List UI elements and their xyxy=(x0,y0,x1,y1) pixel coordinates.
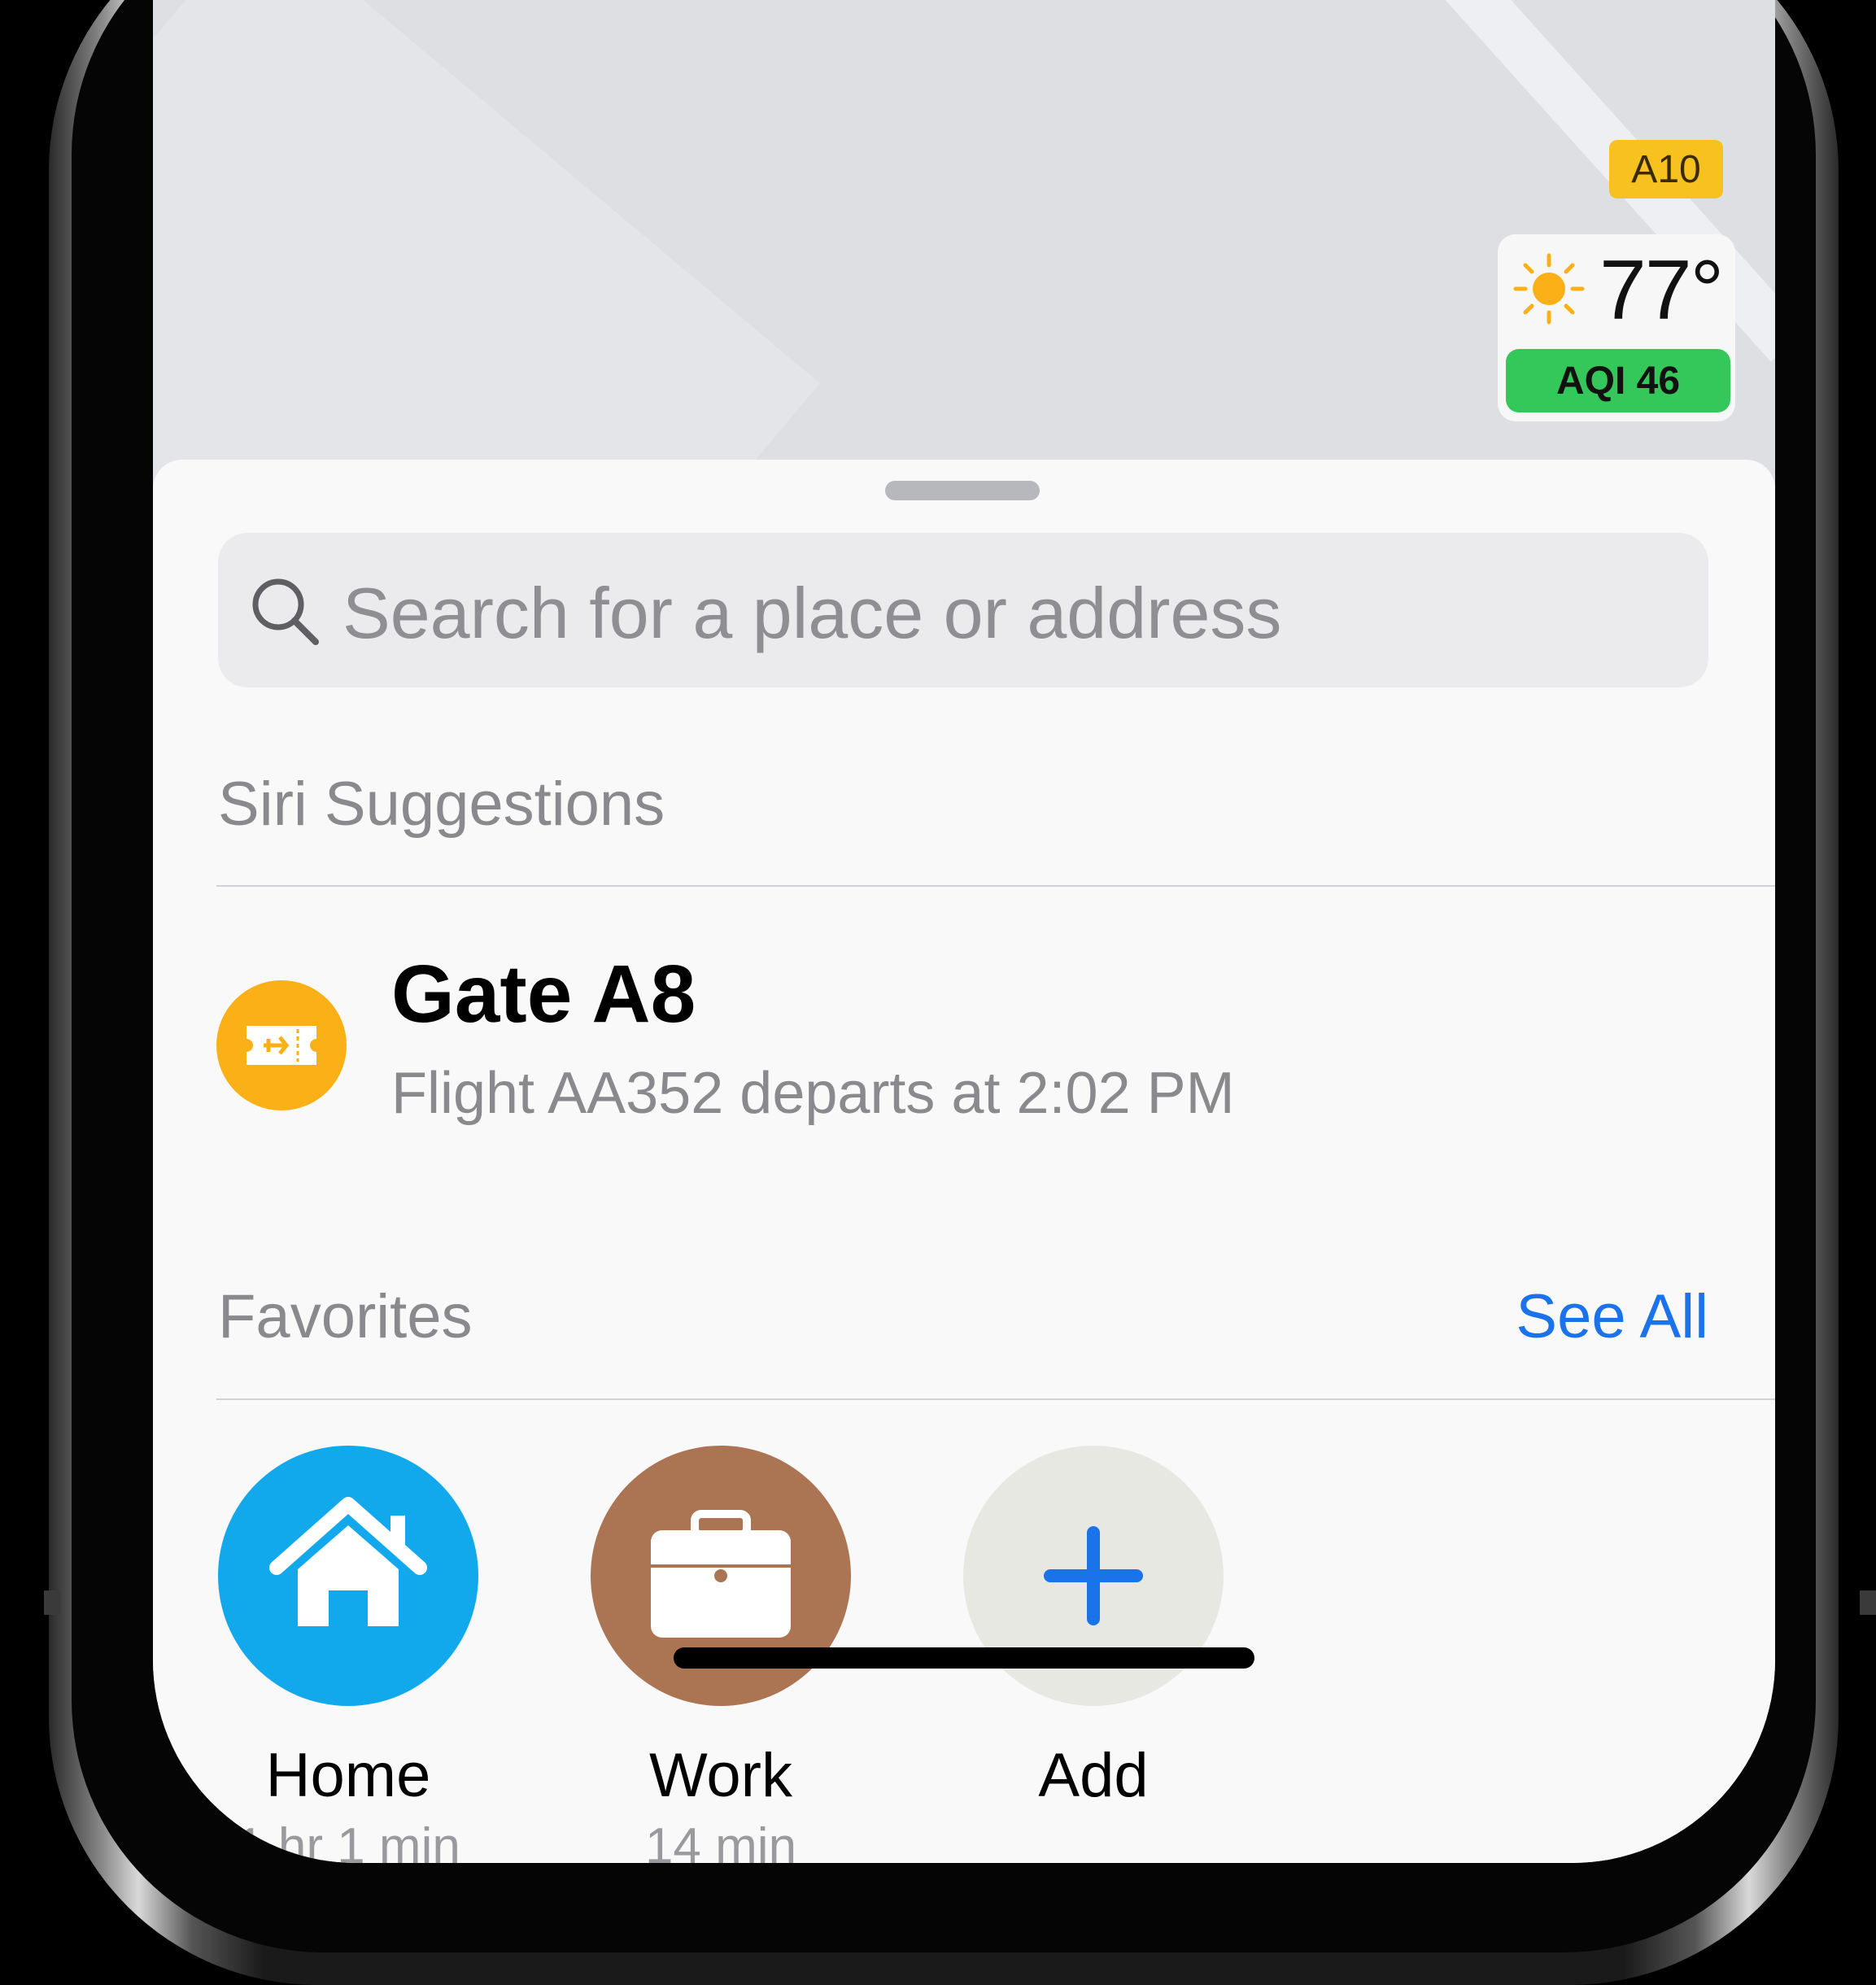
sun-icon xyxy=(1513,253,1585,325)
search-field[interactable]: Search for a place or address xyxy=(218,533,1708,687)
suggestion-title[interactable]: Gate A8 xyxy=(391,948,696,1041)
favorite-home[interactable]: Home 1 hr 1 min xyxy=(218,1446,478,1863)
temperature: 77° xyxy=(1599,243,1724,338)
aqi-badge: AQI 46 xyxy=(1506,349,1730,412)
search-icon xyxy=(252,578,319,645)
suggestion-subtitle: Flight AA352 departs at 2:02 PM xyxy=(391,1061,1235,1126)
divider xyxy=(216,1398,1775,1400)
sheet-grabber[interactable] xyxy=(885,481,1040,500)
favorite-label: Work xyxy=(649,1741,792,1810)
side-button-left xyxy=(44,1590,60,1615)
see-all-link[interactable]: See All xyxy=(1516,1281,1708,1352)
weather-widget[interactable]: 77° AQI 46 xyxy=(1498,234,1735,421)
favorites-heading: Favorites xyxy=(218,1282,473,1351)
favorite-label: Add xyxy=(1038,1741,1149,1810)
favorite-add[interactable]: Add xyxy=(963,1446,1224,1811)
side-button-right xyxy=(1860,1590,1876,1615)
screen: A10 77° AQI 46 Search for a place or add… xyxy=(153,0,1775,1863)
siri-suggestions-heading: Siri Suggestions xyxy=(218,770,665,839)
boarding-pass-icon xyxy=(216,980,347,1110)
home-indicator[interactable] xyxy=(674,1647,1254,1669)
gate-label[interactable]: A10 xyxy=(1609,140,1723,198)
map-view[interactable]: A10 77° AQI 46 xyxy=(153,0,1775,488)
divider xyxy=(216,885,1775,887)
search-placeholder: Search for a place or address xyxy=(342,573,1282,653)
favorite-time: 1 hr 1 min xyxy=(236,1818,460,1863)
favorite-time: 14 min xyxy=(644,1818,797,1863)
favorite-label: Home xyxy=(265,1741,431,1810)
home-icon xyxy=(218,1446,478,1706)
map-area xyxy=(153,0,820,488)
